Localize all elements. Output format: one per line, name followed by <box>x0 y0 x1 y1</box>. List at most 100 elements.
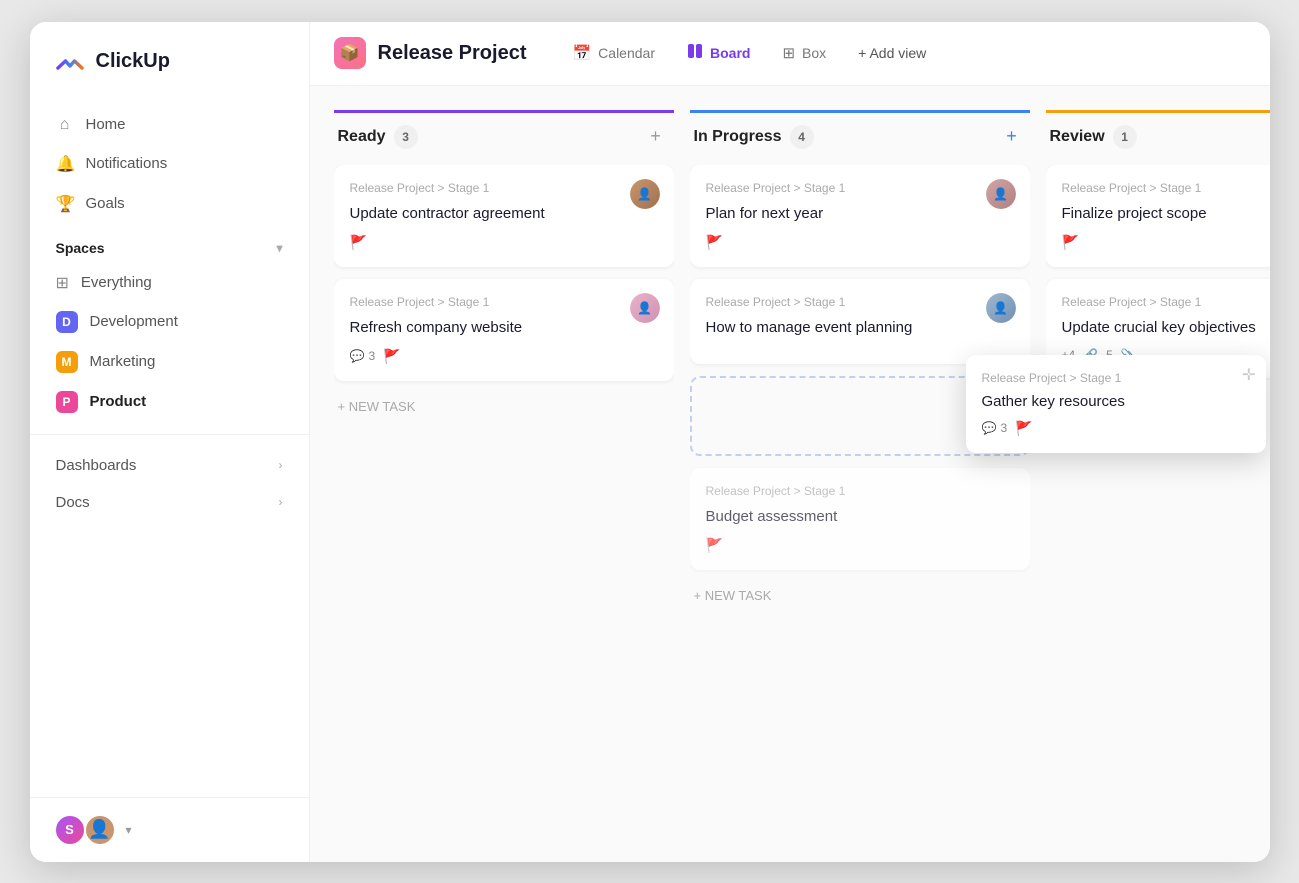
person-icon: 👤 <box>637 187 652 201</box>
project-icon: 📦 <box>334 37 366 69</box>
card-update-contractor[interactable]: Release Project > Stage 1 Update contrac… <box>334 165 674 267</box>
user-menu-chevron-icon[interactable]: ▾ <box>126 823 132 837</box>
app-window: ClickUp ⌂ Home 🔔 Notifications 🏆 Goals S… <box>30 22 1270 862</box>
card-6-title: Finalize project scope <box>1062 203 1270 224</box>
card-2-comment-count: 3 <box>368 349 375 363</box>
board-area: Ready 3 + Release Project > Stage 1 Upda… <box>310 86 1270 862</box>
top-bar: 📦 Release Project 📅 Calendar Board <box>310 22 1270 86</box>
card-7-title: Update crucial key objectives <box>1062 317 1270 338</box>
spaces-label: Spaces <box>56 240 105 256</box>
card-finalize-scope[interactable]: Release Project > Stage 1 Finalize proje… <box>1046 165 1270 267</box>
clickup-logo-icon <box>54 46 86 78</box>
card-5-meta: Release Project > Stage 1 <box>706 484 1014 498</box>
card-1-meta: Release Project > Stage 1 <box>350 181 658 195</box>
card-3-avatar: 👤 <box>986 179 1016 209</box>
person-icon-2: 👤 <box>637 301 652 315</box>
space-product-label: Product <box>90 393 147 410</box>
docs-chevron-icon: › <box>279 495 283 509</box>
card-6-flag-icon: 🚩 <box>1062 234 1079 251</box>
tab-box-label: Box <box>802 45 826 61</box>
tab-box[interactable]: ⊞ Box <box>768 36 840 70</box>
trophy-icon: 🏆 <box>56 194 74 214</box>
bell-icon: 🔔 <box>56 154 74 174</box>
ready-new-task-button[interactable]: + NEW TASK <box>334 389 674 424</box>
card-1-avatar: 👤 <box>630 179 660 209</box>
column-ready-add-button[interactable]: + <box>642 123 670 151</box>
space-item-product[interactable]: P Product <box>42 382 297 422</box>
card-manage-event[interactable]: Release Project > Stage 1 How to manage … <box>690 279 1030 364</box>
column-review-title: Review <box>1050 128 1105 146</box>
floating-card-title: Gather key resources <box>982 393 1250 410</box>
card-5-title: Budget assessment <box>706 506 1014 527</box>
board-icon <box>687 43 703 63</box>
avatar-face[interactable]: 👤 <box>84 814 116 846</box>
docs-label: Docs <box>56 494 90 511</box>
space-item-development[interactable]: D Development <box>42 302 297 342</box>
column-ready: Ready 3 + Release Project > Stage 1 Upda… <box>334 110 674 424</box>
box-icon: ⊞ <box>782 44 795 62</box>
comment-icon: 💬 <box>350 349 365 363</box>
column-in-progress-count: 4 <box>790 125 814 149</box>
floating-card-comments: 💬 3 <box>982 421 1008 435</box>
card-1-flag-icon: 🚩 <box>350 234 367 251</box>
tab-calendar-label: Calendar <box>598 45 655 61</box>
floating-card[interactable]: ✛ Release Project > Stage 1 Gather key r… <box>966 355 1266 453</box>
column-header-in-progress: In Progress 4 + <box>690 110 1030 165</box>
avatar-s[interactable]: S <box>54 814 86 846</box>
floating-card-flag-icon: 🚩 <box>1015 420 1032 437</box>
tab-board-label: Board <box>710 45 750 61</box>
main-content: 📦 Release Project 📅 Calendar Board <box>310 22 1270 862</box>
card-4-avatar: 👤 <box>986 293 1016 323</box>
card-plan-next-year[interactable]: Release Project > Stage 1 Plan for next … <box>690 165 1030 267</box>
project-title-area: 📦 Release Project <box>334 37 527 69</box>
drag-handle-icon[interactable]: ✛ <box>1242 365 1255 385</box>
column-in-progress-title: In Progress <box>694 128 782 146</box>
dashboards-label: Dashboards <box>56 457 137 474</box>
card-budget-assessment[interactable]: Release Project > Stage 1 Budget assessm… <box>690 468 1030 570</box>
card-4-meta: Release Project > Stage 1 <box>706 295 1014 309</box>
development-dot: D <box>56 311 78 333</box>
card-2-avatar: 👤 <box>630 293 660 323</box>
sidebar-item-home-label: Home <box>86 116 126 133</box>
column-in-progress-add-button[interactable]: + <box>998 123 1026 151</box>
project-title: Release Project <box>378 42 527 65</box>
sidebar-item-dashboards[interactable]: Dashboards › <box>30 447 309 484</box>
space-marketing-label: Marketing <box>90 353 156 370</box>
main-nav: ⌂ Home 🔔 Notifications 🏆 Goals <box>30 106 309 224</box>
card-3-title: Plan for next year <box>706 203 1014 224</box>
floating-card-meta: Release Project > Stage 1 <box>982 371 1250 385</box>
board-wrapper: Ready 3 + Release Project > Stage 1 Upda… <box>334 110 1270 613</box>
card-1-footer: 🚩 <box>350 234 658 251</box>
card-refresh-website[interactable]: Release Project > Stage 1 Refresh compan… <box>334 279 674 381</box>
column-header-ready: Ready 3 + <box>334 110 674 165</box>
sidebar-item-goals[interactable]: 🏆 Goals <box>42 184 297 224</box>
in-progress-new-task-button[interactable]: + NEW TASK <box>690 578 1030 613</box>
person-icon-4: 👤 <box>993 301 1008 315</box>
person-icon-3: 👤 <box>993 187 1008 201</box>
sidebar-item-docs[interactable]: Docs › <box>30 484 309 521</box>
floating-card-footer: 💬 3 🚩 <box>982 420 1250 437</box>
sidebar-item-notifications[interactable]: 🔔 Notifications <box>42 144 297 184</box>
sidebar-bottom: S 👤 ▾ <box>30 797 309 862</box>
space-item-everything[interactable]: ⊞ Everything <box>42 264 297 302</box>
card-7-meta: Release Project > Stage 1 <box>1062 295 1270 309</box>
cards-ready: Release Project > Stage 1 Update contrac… <box>334 165 674 389</box>
tab-calendar[interactable]: 📅 Calendar <box>558 36 669 70</box>
card-5-flag-icon: 🚩 <box>706 537 723 554</box>
card-2-footer: 💬 3 🚩 <box>350 348 658 365</box>
sidebar-item-goals-label: Goals <box>86 195 125 212</box>
spaces-list: ⊞ Everything D Development M Marketing P… <box>30 264 309 422</box>
sidebar-item-home[interactable]: ⌂ Home <box>42 106 297 144</box>
app-name: ClickUp <box>96 50 170 73</box>
card-2-flag-icon: 🚩 <box>383 348 400 365</box>
grid-icon: ⊞ <box>56 273 69 293</box>
column-review: Review 1 + Release Project > Stage 1 Fin… <box>1046 110 1270 386</box>
card-2-comments: 💬 3 <box>350 349 376 363</box>
calendar-icon: 📅 <box>572 44 591 62</box>
card-5-footer: 🚩 <box>706 537 1014 554</box>
space-item-marketing[interactable]: M Marketing <box>42 342 297 382</box>
add-view-button[interactable]: + Add view <box>844 37 940 69</box>
marketing-dot: M <box>56 351 78 373</box>
tab-board[interactable]: Board <box>673 35 764 71</box>
column-ready-title: Ready <box>338 128 386 146</box>
